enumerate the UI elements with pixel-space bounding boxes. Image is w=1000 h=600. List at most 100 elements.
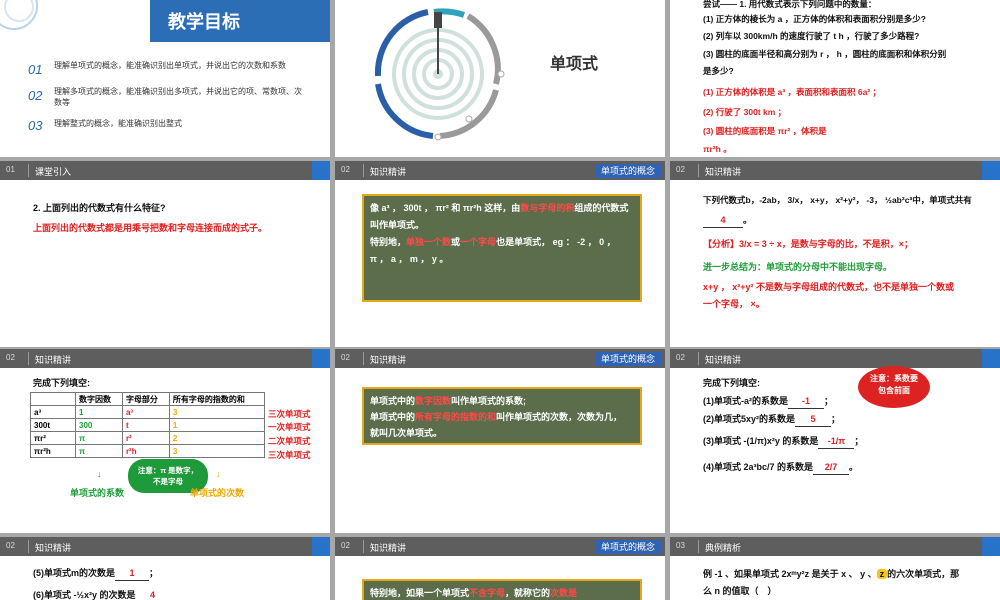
topic-tag: 单项式的概念 — [594, 540, 661, 554]
highlight: 所有字母的指数的和 — [415, 412, 497, 422]
answer-2: (2) 行驶了 300t km ； — [703, 107, 787, 117]
section-title: 知识精讲 — [35, 355, 72, 365]
fill-item: (5)单项式m的次数是 1； — [33, 566, 158, 581]
question-3-cont: 是多少? — [703, 66, 734, 76]
answer-3-cont: πr²h 。 — [703, 144, 732, 154]
section-title: 知识精讲 — [370, 355, 407, 365]
section-number: 03 — [676, 541, 685, 550]
slide-try-exercise[interactable]: 尝试—— 1. 用代数式表示下列问题中的数量： (1) 正方体的棱长为 a ，正… — [670, 0, 1000, 157]
row-label: 一次单项式 — [268, 422, 311, 432]
slide-header: 02 知识精讲 — [670, 349, 1000, 368]
row-label: 三次单项式 — [268, 450, 311, 460]
slide-header: 02 知识精讲 — [0, 349, 330, 368]
answer-blank: 4 — [703, 213, 743, 228]
goal-number: 02 — [28, 88, 43, 103]
corner-marker — [312, 161, 330, 180]
goal-text: 理解多项式的概念，能准确识别出多项式，并说出它的项、常数项、次数等 — [54, 87, 302, 107]
answer-blank: 2/7 — [813, 460, 850, 475]
note-text: x+y ， x²+y² 不是数与字母组成的代数式，也不是单独一个数或 — [703, 282, 955, 292]
slide-section-monomial[interactable]: 单项式 — [335, 0, 665, 157]
section-title: 知识精讲 — [370, 543, 407, 553]
example-text-cont: 么 n 的值取（ ） — [703, 586, 777, 596]
note-text-cont: 一个字母， ×。 — [703, 299, 765, 309]
table-header-row: 数字因数 字母部分 所有字母的指数的和 — [30, 392, 266, 406]
highlight: 数字因数 — [415, 396, 452, 406]
slide-class-intro[interactable]: 01 课堂引入 2. 上面列出的代数式有什么特征? 上面列出的代数式都是用乘号把… — [0, 161, 330, 347]
fill-item: (1)单项式-a²的系数是 -1； — [703, 394, 833, 409]
answer-1: (1) 正方体的体积是 a³ ，表面积和表面积 6a² ； — [703, 87, 882, 97]
slide-example[interactable]: 03 典例精析 例 -1 、如果单项式 2xᵐy²z 是关于 x 、 y 、 z 的… — [670, 537, 1000, 600]
highlight: z — [876, 569, 888, 579]
answer-line: 4。 — [703, 213, 752, 228]
table-row: πr² π r² 2 — [30, 431, 266, 445]
slide-coefficient-degree[interactable]: 02 知识精讲 单项式的概念 单项式中的数字因数叫作单项式的系数; 单项式中的所… — [335, 349, 665, 533]
slide-header: 03 典例精析 — [670, 537, 1000, 556]
definition-box: 特别地，如果一个单项式不含字母，就称它的次数是 — [362, 579, 642, 600]
target-icon — [374, 8, 505, 141]
section-title: 单项式 — [550, 56, 599, 73]
table-row: 300t 300 t 1 — [30, 418, 266, 432]
goal-number: 03 — [28, 118, 43, 133]
question-text: 2. 上面列出的代数式有什么特征? — [33, 203, 166, 213]
definition-box: 像 a³ ， 300t ， πr² 和 πr²h 这样，由数与字母的积组成的代数… — [362, 194, 642, 302]
slide-title: 教学目标 — [168, 12, 240, 32]
section-number: 02 — [6, 353, 15, 362]
corner-marker — [982, 161, 1000, 180]
slide-monomial-concept[interactable]: 02 知识精讲 单项式的概念 像 a³ ， 300t ， πr² 和 πr²h … — [335, 161, 665, 347]
slide-degree-exercise[interactable]: 02 知识精讲 (5)单项式m的次数是 1； (6)单项式 -½x²y 的次数是 4 — [0, 537, 330, 600]
exercise-title: 完成下列填空: — [703, 378, 760, 388]
analysis-text: 【分析】3/x = 3 ÷ x，是数与字母的比，不是积，×； — [703, 239, 913, 249]
answer-3: (3) 圆柱的底面积是 πr² ，体积是 — [703, 126, 827, 136]
slide-header: 02 知识精讲 — [670, 161, 1000, 180]
answer-blank: 1 — [115, 566, 150, 581]
example-text: 例 -1 、如果单项式 2xᵐy²z 是关于 x 、 y 、 z 的六次单项式，那 — [703, 569, 960, 579]
monomial-table: 数字因数 字母部分 所有字母的指数的和 a³ 1 a³ 3 300t 300 t… — [30, 392, 266, 458]
answer-blank: -1 — [788, 394, 824, 409]
section-number: 02 — [6, 541, 15, 550]
highlight: 不含字母 — [469, 588, 506, 598]
highlight: 数与字母的积 — [520, 203, 575, 213]
row-label: 三次单项式 — [268, 409, 311, 419]
answer-blank: -1/π — [818, 434, 855, 449]
row-label: 二次单项式 — [268, 436, 311, 446]
goal-text: 理解单项式的概念，能准确识别出单项式，并说出它的次数和系数 — [54, 61, 286, 70]
fill-item: (2)单项式5xy²的系数是 5； — [703, 412, 840, 427]
intro-text: 尝试—— 1. 用代数式表示下列问题中的数量： — [703, 0, 877, 9]
corner-marker — [312, 349, 330, 368]
section-title: 典例精析 — [705, 543, 742, 553]
slide-coefficient-exercise[interactable]: 02 知识精讲 完成下列填空: (1)单项式-a²的系数是 -1； (2)单项式5… — [670, 349, 1000, 533]
coefficient-caption: 单项式的系数 — [70, 488, 125, 498]
fill-item: (6)单项式 -½x²y 的次数是 4 — [33, 588, 170, 600]
topic-tag: 单项式的概念 — [594, 352, 661, 366]
goal-text: 理解整式的概念，能准确识别出整式 — [54, 119, 182, 128]
highlight: 单独一个数 — [406, 237, 452, 247]
corner-marker — [982, 349, 1000, 368]
slide-teaching-goals[interactable]: 教学目标 01 理解单项式的概念，能准确识别出单项式，并说出它的次数和系数 02… — [0, 0, 330, 157]
question-2: (2) 列车以 300km/h 的速度行驶了 t h ，行驶了多少路程? — [703, 31, 920, 41]
goal-number: 01 — [28, 62, 43, 77]
answer-blank: 5 — [795, 412, 832, 427]
fill-item: (3)单项式 -(1/π)x²y 的系数是 -1/π； — [703, 434, 863, 449]
question-3: (3) 圆柱的底面半径和高分别为 r ， h ，圆柱的底面积和体积分别 — [703, 49, 947, 59]
definition-box: 单项式中的数字因数叫作单项式的系数; 单项式中的所有字母的指数的和叫作单项式的次… — [362, 387, 642, 445]
corner-marker — [982, 537, 1000, 556]
slide-fill-table[interactable]: 02 知识精讲 完成下列填空: 数字因数 字母部分 所有字母的指数的和 a³ 1… — [0, 349, 330, 533]
question-1: (1) 正方体的棱长为 a ，正方体的体积和表面积分别是多少? — [703, 14, 926, 24]
section-title: 知识精讲 — [705, 167, 742, 177]
section-number: 02 — [676, 353, 685, 362]
arrow-down-icon: ↓ — [216, 469, 221, 479]
highlight: 一个字母 — [460, 237, 497, 247]
note-cloud: 注意：系数要包含前面 — [858, 366, 930, 408]
slide-special-case[interactable]: 02 知识精讲 单项式的概念 特别地，如果一个单项式不含字母，就称它的次数是 — [335, 537, 665, 600]
answer-blank: 4 — [136, 588, 170, 600]
summary-text: 进一步总结为：单项式的分母中不能出现字母。 — [703, 262, 893, 272]
section-number: 01 — [6, 165, 15, 174]
corner-marker — [312, 537, 330, 556]
arrow-down-icon: ↓ — [97, 469, 102, 479]
slide-identify-monomials[interactable]: 02 知识精讲 下列代数式b，-2ab， 3/x， x+y， x²+y²， -3… — [670, 161, 1000, 347]
slide-header: 02 知识精讲 — [0, 537, 330, 556]
section-number: 02 — [341, 541, 350, 550]
section-title: 知识精讲 — [370, 167, 407, 177]
degree-caption: 单项式的次数 — [190, 488, 245, 498]
exercise-title: 完成下列填空: — [33, 378, 90, 388]
